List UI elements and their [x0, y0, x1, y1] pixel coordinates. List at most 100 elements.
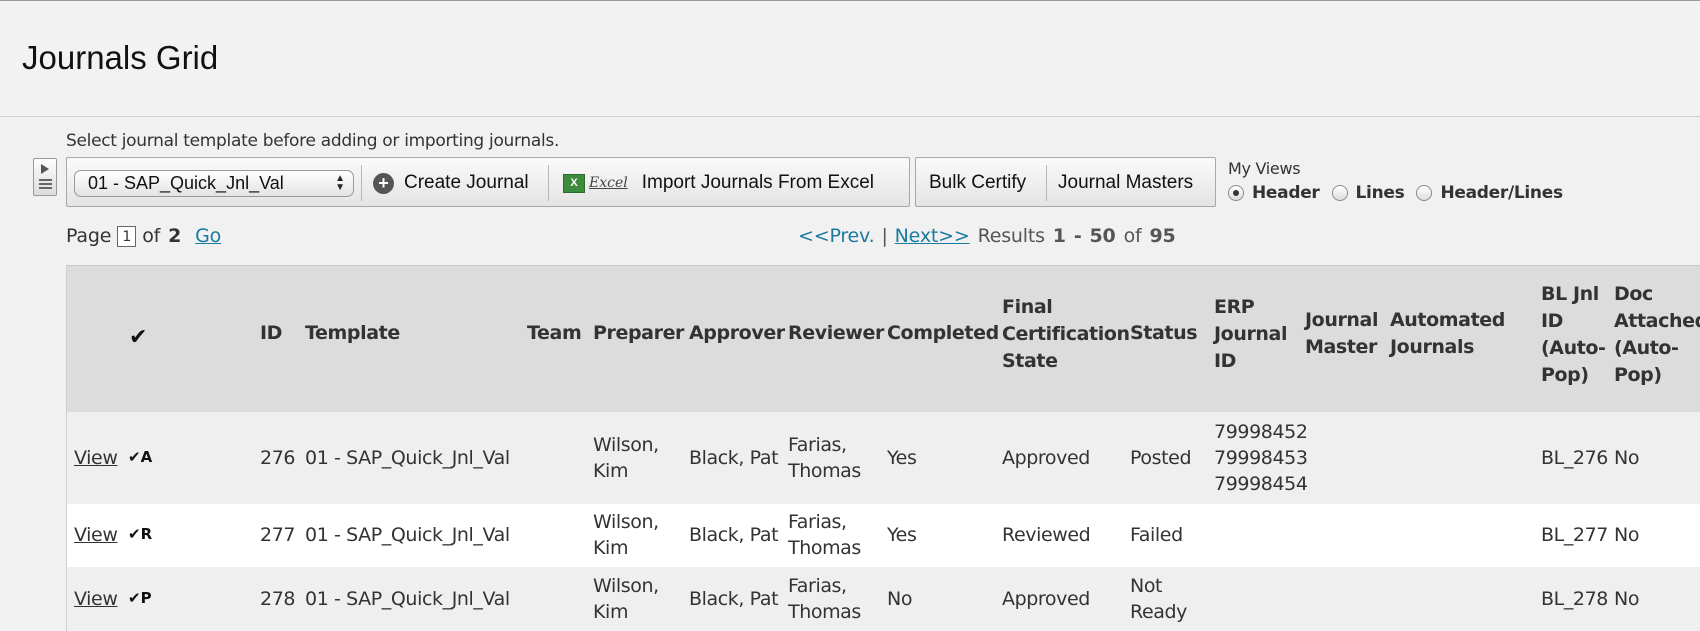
plus-circle-icon: + — [373, 172, 394, 194]
cell-line: Farias, — [788, 511, 847, 533]
header-line: Final — [1002, 296, 1053, 318]
table-header: ✔ ID Template Team Preparer Approver Rev… — [67, 265, 1700, 413]
view-option-header-lines[interactable]: Header/Lines — [1416, 183, 1563, 203]
of-label: of — [142, 225, 161, 247]
cell-status: Failed — [1130, 522, 1183, 548]
cell-bl-id: BL_277 — [1541, 524, 1608, 546]
approved-check-icon: ✔A — [128, 448, 153, 466]
journal-masters-button[interactable]: Journal Masters — [1058, 166, 1193, 200]
panel-toggle-button[interactable] — [33, 158, 57, 196]
view-option-label: Header — [1252, 183, 1320, 203]
my-views-radio-group: Header Lines Header/Lines — [1228, 183, 1575, 203]
cell-line: Posted — [1130, 447, 1192, 469]
create-journal-button[interactable]: + Create Journal — [373, 166, 529, 200]
cell-line: Wilson, — [593, 434, 659, 456]
cell-id: 278 — [260, 588, 296, 610]
view-option-label: Header/Lines — [1440, 183, 1563, 203]
cell-doc-attached: No — [1614, 447, 1640, 469]
cell-line: Thomas — [788, 537, 861, 559]
cell-doc-attached: No — [1614, 588, 1640, 610]
cell-erp-ids: 79998452 79998453 79998454 — [1214, 419, 1308, 497]
cell-final-cert: Approved — [1002, 447, 1090, 469]
cell-preparer: Wilson, Kim — [593, 573, 659, 625]
col-team[interactable]: Team — [527, 320, 582, 347]
col-reviewer[interactable]: Reviewer — [788, 320, 884, 347]
results-count: 95 — [1149, 225, 1176, 247]
header-line: ERP — [1214, 296, 1255, 318]
table-row: View ✔R 277 01 - SAP_Quick_Jnl_Val Wilso… — [67, 504, 1700, 567]
template-hint: Select journal template before adding or… — [66, 131, 560, 151]
header-line: Attached — [1614, 310, 1700, 332]
cell-doc-attached: No — [1614, 524, 1640, 546]
col-approver[interactable]: Approver — [689, 320, 785, 347]
results-end: 50 — [1089, 225, 1116, 247]
expand-triangle-icon — [41, 164, 49, 174]
results-start: 1 — [1052, 225, 1066, 247]
cell-line: Farias, — [788, 575, 847, 597]
col-final-certification-state[interactable]: Final Certification State — [1002, 294, 1130, 375]
toolbar-divider — [548, 165, 549, 201]
col-template[interactable]: Template — [305, 320, 400, 347]
cell-id: 276 — [260, 447, 296, 469]
prev-link[interactable]: <<Prev. — [798, 225, 875, 247]
header-line: Pop) — [1541, 364, 1589, 386]
journals-table: ✔ ID Template Team Preparer Approver Rev… — [66, 265, 1700, 631]
header-line: BL Jnl — [1541, 283, 1599, 305]
col-doc-attached[interactable]: Doc Attached (Auto- Pop) — [1614, 281, 1700, 389]
cell-line: Kim — [593, 460, 629, 482]
view-link[interactable]: View — [74, 522, 118, 548]
cell-template: 01 - SAP_Quick_Jnl_Val — [305, 588, 510, 610]
import-journals-button[interactable]: X Excel Import Journals From Excel — [563, 166, 874, 200]
radio-icon[interactable] — [1331, 185, 1348, 201]
cell-line: Not — [1130, 575, 1163, 597]
excel-icon: X Excel — [563, 173, 628, 193]
cell-reviewer: Farias, Thomas — [788, 573, 861, 625]
checkmark-icon[interactable]: ✔ — [129, 324, 147, 350]
cell-reviewer: Farias, Thomas — [788, 432, 861, 484]
next-link[interactable]: Next>> — [895, 225, 970, 247]
template-select[interactable]: 01 - SAP_Quick_Jnl_Val ▲ ▼ — [74, 170, 354, 197]
cell-line: Thomas — [788, 601, 861, 623]
header-line: Automated — [1390, 309, 1505, 331]
view-option-header[interactable]: Header — [1228, 183, 1320, 203]
results-dash: - — [1073, 225, 1082, 247]
header-line: Certification — [1002, 323, 1130, 345]
header-line: ID — [1214, 350, 1237, 372]
cell-preparer: Wilson, Kim — [593, 509, 659, 561]
cell-preparer: Wilson, Kim — [593, 432, 659, 484]
page-number-input[interactable]: 1 — [117, 225, 137, 247]
page-title: Journals Grid — [22, 39, 219, 76]
col-preparer[interactable]: Preparer — [593, 320, 684, 347]
radio-icon[interactable] — [1416, 185, 1433, 201]
cell-completed: No — [887, 588, 913, 610]
col-id[interactable]: ID — [260, 320, 282, 347]
view-option-lines[interactable]: Lines — [1331, 183, 1405, 203]
header-line: Status — [1130, 322, 1198, 344]
col-erp-journal-id[interactable]: ERP Journal ID — [1214, 294, 1287, 375]
col-status[interactable]: Status — [1130, 320, 1198, 347]
toolbar-divider — [1046, 165, 1047, 201]
cell-template: 01 - SAP_Quick_Jnl_Val — [305, 447, 510, 469]
col-journal-master[interactable]: Journal Master — [1305, 307, 1378, 361]
go-link[interactable]: Go — [195, 225, 221, 247]
header-line: Journal — [1214, 323, 1288, 345]
header-line: Pop) — [1614, 364, 1662, 386]
toolbar-divider — [361, 165, 362, 201]
view-link[interactable]: View — [74, 586, 118, 612]
col-completed[interactable]: Completed — [887, 320, 999, 347]
cell-status: Posted — [1130, 445, 1192, 471]
bulk-certify-button[interactable]: Bulk Certify — [929, 166, 1026, 200]
header-line: Doc — [1614, 283, 1653, 305]
results-pager: <<Prev. | Next>> Results 1 - 50 of 95 — [798, 225, 1176, 247]
cell-template: 01 - SAP_Quick_Jnl_Val — [305, 524, 510, 546]
content-area: Select journal template before adding or… — [0, 117, 1700, 631]
cell-reviewer: Farias, Thomas — [788, 509, 861, 561]
col-automated-journals[interactable]: Automated Journals — [1390, 307, 1505, 361]
header-line: Journals — [1390, 336, 1474, 358]
excel-glyph: X — [563, 173, 585, 193]
col-bl-jnl-id[interactable]: BL Jnl ID (Auto- Pop) — [1541, 281, 1606, 389]
view-link[interactable]: View — [74, 445, 118, 471]
certify-toolbar: Bulk Certify Journal Masters — [915, 157, 1216, 207]
cell-line: Farias, — [788, 434, 847, 456]
radio-checked-icon[interactable] — [1228, 185, 1244, 201]
